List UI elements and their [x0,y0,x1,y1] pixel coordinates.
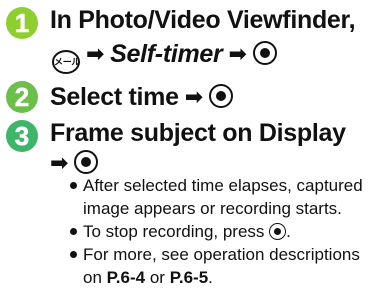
step-3-number-icon: 3 [6,120,38,152]
svg-text:1: 1 [15,8,29,38]
center-key-icon [269,223,287,240]
note-text: or [149,268,165,287]
step-2-badge: 2 [5,80,39,114]
arrow-right-icon: ➡ [184,84,203,109]
step-3-badge: 3 [5,119,39,153]
step-3-line-1: Frame subject on Display [50,119,346,147]
page-reference-link[interactable]: P.6-4 [107,268,145,287]
step-2-number-icon: 2 [6,81,38,113]
self-timer-label: Self-timer [110,40,223,68]
arrow-right-icon: ➡ [86,41,105,66]
step-1-line-2: メール ➡ Self-timer ➡ [52,39,277,74]
page-reference-link[interactable]: P.6-5 [170,268,208,287]
step-2-text: Select time [50,83,179,111]
menu-key-icon: メール [52,50,80,74]
step-1-badge: 1 [5,6,39,40]
center-key-icon [208,84,233,108]
note-item: After selected time elapses, captured im… [70,174,370,220]
step-1-line-1: In Photo/Video Viewfinder, [50,6,356,34]
arrow-right-icon: ➡ [50,150,69,175]
center-key-icon [252,41,277,65]
svg-text:3: 3 [15,121,29,151]
center-key-icon [74,150,99,174]
note-text: To stop recording, press [83,222,265,241]
note-text: . [208,268,213,287]
arrow-right-icon: ➡ [228,41,247,66]
svg-text:2: 2 [15,82,29,112]
note-item: To stop recording, press . [70,220,370,243]
step-1-number-icon: 1 [6,7,38,39]
notes-list: After selected time elapses, captured im… [70,174,370,289]
step-2-line: Select time ➡ [50,82,233,112]
note-item: For more, see operation descriptions on … [70,243,370,289]
